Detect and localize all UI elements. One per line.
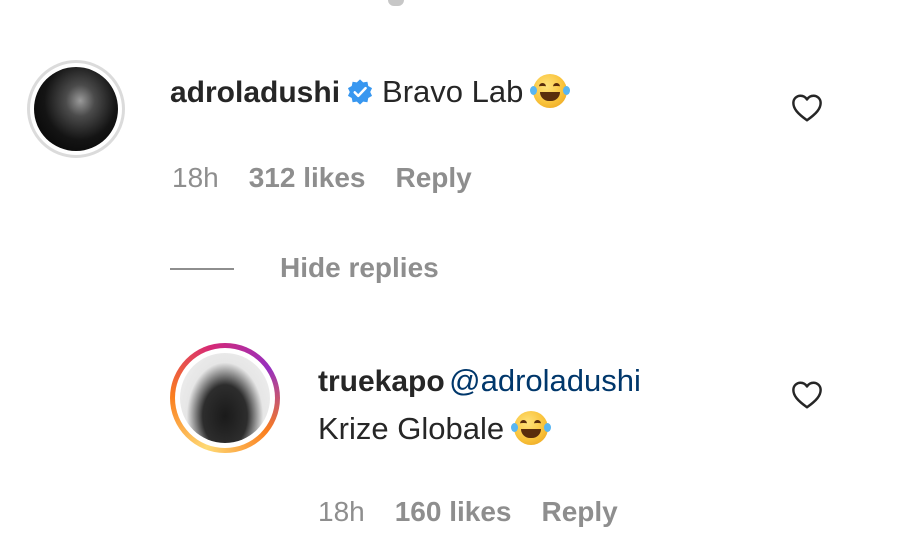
comment-likes[interactable]: 312 likes [249,162,366,193]
verified-badge-icon [347,79,373,105]
reply-likes[interactable]: 160 likes [395,496,512,527]
reply-mention[interactable]: @adroladushi [449,363,641,398]
reply-header: truekapo @adroladushi [318,363,641,399]
face-with-tears-of-joy-icon [511,411,552,445]
face-with-tears-of-joy-icon [530,74,571,108]
reply-text: Krize Globale [318,411,505,446]
avatar-adroladushi[interactable] [27,60,125,158]
avatar-photo [34,67,118,151]
hide-replies-button[interactable]: Hide replies [280,252,439,284]
avatar-truekapo[interactable] [170,343,280,453]
comment-body: adroladushi Bravo Lab [170,74,571,110]
reply-time: 18h [318,496,365,527]
replies-divider [170,268,234,270]
reply-body: Krize Globale [318,411,552,447]
comment-meta: 18h 312 likes Reply [172,162,502,194]
comment-username[interactable]: adroladushi [170,76,340,109]
previous-item-edge [388,0,404,6]
comment-time: 18h [172,162,219,193]
reply-username[interactable]: truekapo [318,365,445,398]
avatar-photo [180,353,270,443]
like-heart-icon[interactable] [790,380,824,410]
like-heart-icon[interactable] [790,93,824,123]
reply-button[interactable]: Reply [396,162,472,193]
story-ring [175,348,275,448]
reply-meta: 18h 160 likes Reply [318,496,648,528]
reply-button[interactable]: Reply [542,496,618,527]
comment-text: Bravo Lab [382,74,524,109]
